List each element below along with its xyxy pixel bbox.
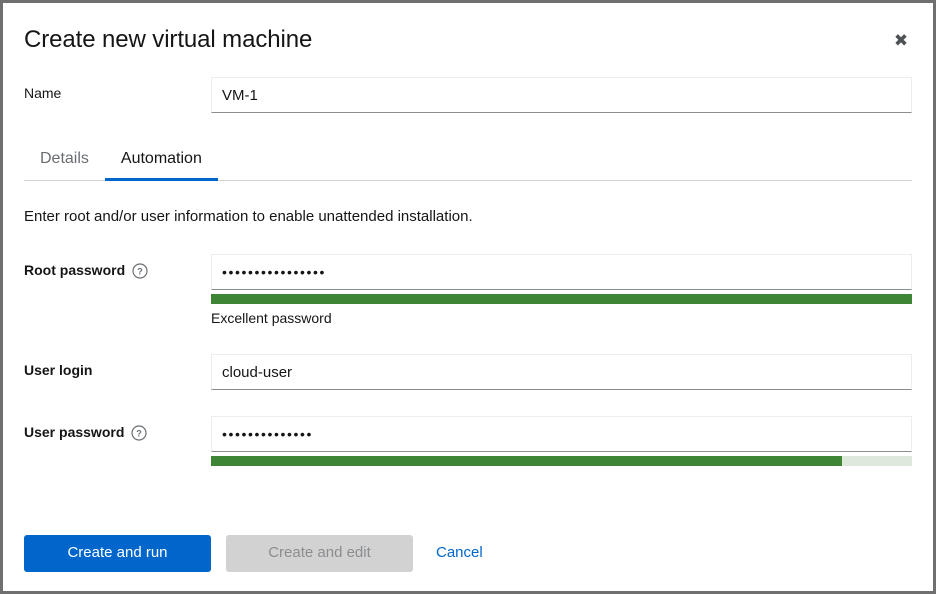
help-circle-icon[interactable]: ? <box>131 424 147 441</box>
user-login-input[interactable] <box>211 354 912 390</box>
root-password-strength-meter <box>211 294 912 304</box>
dialog-header: Create new virtual machine ✖ <box>3 3 933 61</box>
create-and-edit-button[interactable]: Create and edit <box>226 534 413 572</box>
dialog-body: Name Details Automation Enter root and/o… <box>3 77 933 466</box>
dialog-footer: Create and run Create and edit Cancel <box>3 515 933 591</box>
user-password-input[interactable] <box>211 416 912 452</box>
svg-text:?: ? <box>137 428 143 438</box>
user-password-control <box>211 416 912 466</box>
tab-automation[interactable]: Automation <box>104 149 218 181</box>
root-password-label-text: Root password <box>24 262 126 278</box>
name-input-wrap <box>211 77 912 113</box>
user-password-label: User password ? <box>24 416 211 442</box>
name-label: Name <box>24 85 62 101</box>
root-password-input[interactable] <box>211 254 912 290</box>
user-password-strength-meter <box>211 456 912 466</box>
close-icon[interactable]: ✖ <box>883 23 919 59</box>
create-and-run-button[interactable]: Create and run <box>24 534 211 572</box>
svg-text:?: ? <box>137 266 143 276</box>
user-password-row: User password ? <box>24 416 912 466</box>
root-password-row: Root password ? Excellent password <box>24 254 912 328</box>
create-vm-dialog: Create new virtual machine ✖ Name Detail… <box>3 3 933 591</box>
dialog-title: Create new virtual machine <box>24 26 313 53</box>
user-login-label: User login <box>24 362 93 378</box>
tab-bar: Details Automation <box>24 142 912 181</box>
root-password-control: Excellent password <box>211 254 912 328</box>
root-password-helper-text: Excellent password <box>211 310 332 326</box>
name-row: Name <box>24 77 912 113</box>
help-circle-icon[interactable]: ? <box>132 262 148 279</box>
name-input[interactable] <box>211 77 912 113</box>
section-description: Enter root and/or user information to en… <box>24 208 473 225</box>
user-login-control <box>211 354 912 390</box>
user-login-row: User login <box>24 354 912 390</box>
root-password-label: Root password ? <box>24 254 211 280</box>
user-password-strength-fill <box>211 456 842 466</box>
cancel-button[interactable]: Cancel <box>428 535 491 572</box>
root-password-strength-fill <box>211 294 912 304</box>
user-password-label-text: User password <box>24 424 125 440</box>
tab-details[interactable]: Details <box>24 149 105 180</box>
